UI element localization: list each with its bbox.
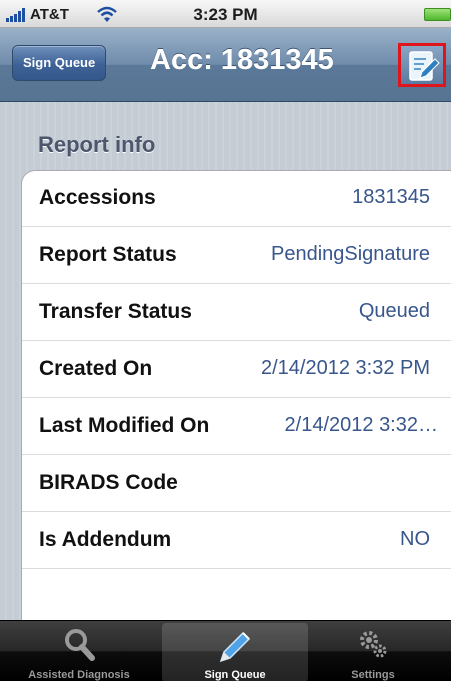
tab-label: Settings — [351, 669, 395, 681]
report-content[interactable]: Report info Accessions 1831345 Report St… — [0, 102, 451, 640]
table-row[interactable] — [22, 570, 451, 626]
row-label: Accessions — [39, 186, 156, 209]
tab-bar: Assisted Diagnosis Sign Queue Settings — [0, 620, 451, 681]
app-screen: AT&T 3:23 PM Sign Queue Acc: 1831345 Rep… — [0, 0, 451, 681]
magnifier-icon — [65, 629, 95, 661]
edit-document-icon — [409, 51, 440, 81]
row-label: Created On — [39, 357, 153, 380]
row-value: 2/14/2012 3:32… — [284, 414, 438, 436]
table-row[interactable]: Is Addendum NO — [22, 513, 451, 569]
row-value: 1831345 — [352, 186, 430, 208]
row-label: Report Status — [39, 243, 177, 266]
clock: 3:23 PM — [193, 5, 258, 24]
pencil-icon — [219, 631, 251, 663]
row-value: PendingSignature — [270, 243, 430, 265]
edit-report-button[interactable] — [398, 43, 446, 87]
tab-assisted-diagnosis[interactable]: Assisted Diagnosis — [6, 623, 152, 681]
table-row[interactable]: Report Status PendingSignature — [22, 228, 451, 284]
tab-sign-queue[interactable]: Sign Queue — [162, 623, 308, 681]
gears-icon — [360, 631, 387, 658]
battery-icon — [424, 8, 451, 21]
row-label: Last Modified On — [39, 414, 210, 437]
back-button[interactable]: Sign Queue — [12, 45, 107, 81]
row-value: Queued — [358, 300, 430, 322]
row-value: 2/14/2012 3:32 PM — [260, 357, 430, 379]
page-title: Acc: 1831345 — [150, 44, 334, 76]
section-header: Report info — [38, 132, 156, 157]
row-value: NO — [400, 528, 430, 550]
table-row[interactable]: BIRADS Code — [22, 456, 451, 512]
report-info-table: Accessions 1831345 Report Status Pending… — [21, 170, 451, 640]
tab-settings[interactable]: Settings — [300, 623, 446, 681]
table-row[interactable]: Transfer Status Queued — [22, 285, 451, 341]
table-row[interactable]: Created On 2/14/2012 3:32 PM — [22, 342, 451, 398]
tab-label: Assisted Diagnosis — [28, 669, 130, 681]
row-label: Transfer Status — [39, 300, 192, 323]
row-label: BIRADS Code — [39, 471, 178, 494]
tab-label: Sign Queue — [204, 669, 266, 681]
table-row[interactable]: Last Modified On 2/14/2012 3:32… — [22, 399, 451, 455]
navigation-bar: Sign Queue Acc: 1831345 — [0, 28, 451, 102]
row-label: Is Addendum — [39, 528, 172, 551]
table-row[interactable]: Accessions 1831345 — [22, 171, 451, 227]
status-bar: AT&T 3:23 PM — [0, 0, 451, 28]
